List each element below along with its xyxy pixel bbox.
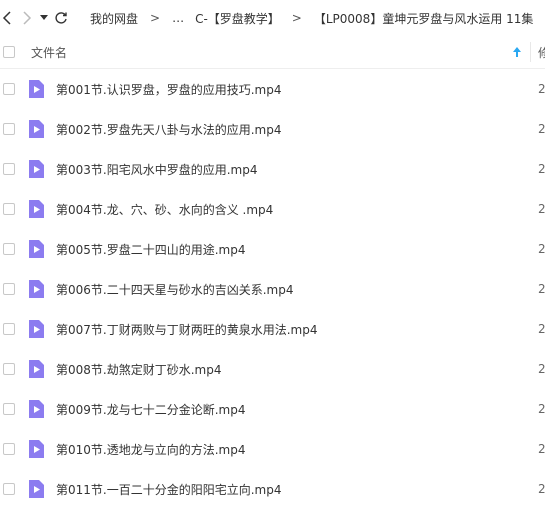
file-row[interactable]: 第002节.罗盘先天八卦与水法的应用.mp4 2 bbox=[0, 109, 545, 149]
breadcrumb-current[interactable]: 【LP0008】童坤元罗盘与风水运用 11集 bbox=[314, 10, 534, 27]
video-file-icon bbox=[29, 160, 44, 178]
back-button[interactable] bbox=[2, 9, 12, 27]
file-name[interactable]: 第001节.认识罗盘，罗盘的应用技巧.mp4 bbox=[56, 81, 281, 98]
breadcrumb-root[interactable]: 我的网盘 bbox=[90, 10, 138, 27]
file-list: 第001节.认识罗盘，罗盘的应用技巧.mp4 2 第002节.罗盘先天八卦与水法的应… bbox=[0, 69, 545, 509]
file-name[interactable]: 第008节.劫煞定财丁砂水.mp4 bbox=[56, 361, 221, 378]
file-checkbox[interactable] bbox=[3, 163, 15, 175]
file-name[interactable]: 第007节.丁财两败与丁财两旺的黄泉水用法.mp4 bbox=[56, 321, 317, 338]
breadcrumb-folder[interactable]: C-【罗盘教学】 bbox=[195, 10, 280, 27]
file-modified: 2 bbox=[538, 82, 545, 96]
column-divider[interactable] bbox=[530, 42, 531, 62]
navigation-bar: 我的网盘 > … C-【罗盘教学】 > 【LP0008】童坤元罗盘与风水运用 1… bbox=[0, 0, 545, 36]
file-name[interactable]: 第006节.二十四天星与砂水的吉凶关系.mp4 bbox=[56, 281, 293, 298]
column-filename[interactable]: 文件名 bbox=[31, 44, 67, 61]
file-name[interactable]: 第005节.罗盘二十四山的用途.mp4 bbox=[56, 241, 245, 258]
file-row[interactable]: 第008节.劫煞定财丁砂水.mp4 2 bbox=[0, 349, 545, 389]
file-modified: 2 bbox=[538, 202, 545, 216]
breadcrumb-ellipsis[interactable]: … bbox=[172, 11, 185, 25]
chevron-right-icon bbox=[23, 11, 32, 25]
file-checkbox[interactable] bbox=[3, 483, 15, 495]
video-file-icon bbox=[29, 280, 44, 298]
file-name[interactable]: 第009节.龙与七十二分金论断.mp4 bbox=[56, 401, 245, 418]
file-checkbox[interactable] bbox=[3, 403, 15, 415]
file-name[interactable]: 第010节.透地龙与立向的方法.mp4 bbox=[56, 441, 245, 458]
chevron-left-icon bbox=[2, 11, 11, 25]
file-name[interactable]: 第002节.罗盘先天八卦与水法的应用.mp4 bbox=[56, 121, 281, 138]
file-modified: 2 bbox=[538, 362, 545, 376]
file-row[interactable]: 第011节.一百二十分金的阳阳宅立向.mp4 2 bbox=[0, 469, 545, 509]
file-name[interactable]: 第004节.龙、穴、砂、水向的含义 .mp4 bbox=[56, 201, 273, 218]
video-file-icon bbox=[29, 480, 44, 498]
file-row[interactable]: 第007节.丁财两败与丁财两旺的黄泉水用法.mp4 2 bbox=[0, 309, 545, 349]
file-modified: 2 bbox=[538, 442, 545, 456]
file-name[interactable]: 第003节.阳宅风水中罗盘的应用.mp4 bbox=[56, 161, 257, 178]
file-modified: 2 bbox=[538, 282, 545, 296]
file-row[interactable]: 第004节.龙、穴、砂、水向的含义 .mp4 2 bbox=[0, 189, 545, 229]
refresh-icon bbox=[55, 12, 67, 24]
file-row[interactable]: 第010节.透地龙与立向的方法.mp4 2 bbox=[0, 429, 545, 469]
select-all-checkbox[interactable] bbox=[3, 46, 15, 58]
breadcrumb: 我的网盘 > … C-【罗盘教学】 > 【LP0008】童坤元罗盘与风水运用 1… bbox=[90, 10, 545, 27]
file-modified: 2 bbox=[538, 402, 545, 416]
file-row[interactable]: 第003节.阳宅风水中罗盘的应用.mp4 2 bbox=[0, 149, 545, 189]
file-modified: 2 bbox=[538, 322, 545, 336]
file-checkbox[interactable] bbox=[3, 323, 15, 335]
file-row[interactable]: 第009节.龙与七十二分金论断.mp4 2 bbox=[0, 389, 545, 429]
video-file-icon bbox=[29, 400, 44, 418]
video-file-icon bbox=[29, 440, 44, 458]
file-modified: 2 bbox=[538, 482, 545, 496]
file-row[interactable]: 第006节.二十四天星与砂水的吉凶关系.mp4 2 bbox=[0, 269, 545, 309]
caret-down-icon bbox=[40, 15, 48, 20]
file-checkbox[interactable] bbox=[3, 123, 15, 135]
file-checkbox[interactable] bbox=[3, 83, 15, 95]
file-checkbox[interactable] bbox=[3, 243, 15, 255]
video-file-icon bbox=[29, 240, 44, 258]
file-list-header: 文件名 修 bbox=[0, 36, 545, 69]
file-checkbox[interactable] bbox=[3, 203, 15, 215]
file-modified: 2 bbox=[538, 242, 545, 256]
file-checkbox[interactable] bbox=[3, 283, 15, 295]
video-file-icon bbox=[29, 80, 44, 98]
refresh-button[interactable] bbox=[54, 9, 68, 27]
video-file-icon bbox=[29, 120, 44, 138]
file-row[interactable]: 第005节.罗盘二十四山的用途.mp4 2 bbox=[0, 229, 545, 269]
sort-ascending-icon[interactable] bbox=[512, 46, 522, 58]
file-modified: 2 bbox=[538, 122, 545, 136]
history-dropdown-button[interactable] bbox=[40, 9, 48, 27]
file-row[interactable]: 第001节.认识罗盘，罗盘的应用技巧.mp4 2 bbox=[0, 69, 545, 109]
file-name[interactable]: 第011节.一百二十分金的阳阳宅立向.mp4 bbox=[56, 481, 281, 498]
file-checkbox[interactable] bbox=[3, 443, 15, 455]
breadcrumb-separator: > bbox=[291, 11, 302, 25]
file-checkbox[interactable] bbox=[3, 363, 15, 375]
forward-button[interactable] bbox=[22, 9, 32, 27]
video-file-icon bbox=[29, 320, 44, 338]
video-file-icon bbox=[29, 200, 44, 218]
file-modified: 2 bbox=[538, 162, 545, 176]
column-modified[interactable]: 修 bbox=[538, 44, 545, 61]
breadcrumb-separator: > bbox=[150, 11, 161, 25]
video-file-icon bbox=[29, 360, 44, 378]
